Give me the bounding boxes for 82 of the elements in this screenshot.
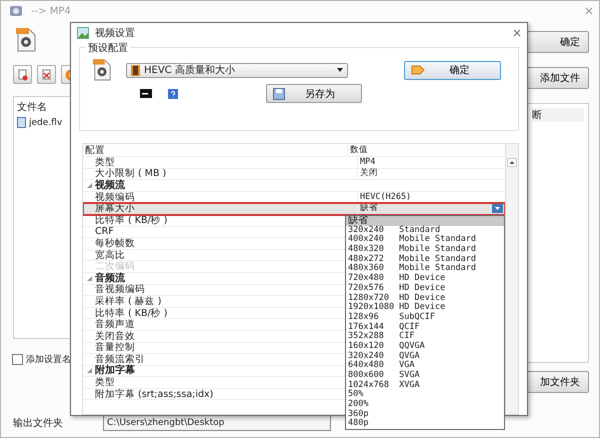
film-icon [131, 64, 140, 76]
video-file-icon [92, 58, 112, 82]
expander-icon[interactable] [86, 276, 92, 281]
expander-icon[interactable] [86, 182, 92, 188]
add-folder-button[interactable]: 加文件夹 [527, 371, 589, 393]
dropdown-option[interactable]: 720x480 HD Device [346, 274, 504, 284]
dropdown-option[interactable]: 1280x720 HD Device [346, 294, 504, 304]
checkbox[interactable] [12, 354, 23, 365]
dropdown-option[interactable]: 360p [346, 410, 504, 420]
close-icon[interactable] [585, 7, 593, 15]
property-name: 比特率 ( KB/秒 ) [95, 308, 168, 319]
dropdown-option[interactable]: 1024x768 XVGA [346, 380, 504, 390]
arrow-icon [411, 65, 425, 75]
delete-file-icon [40, 68, 52, 80]
property-name: 大小限制 ( MB ) [95, 168, 166, 180]
ok-button[interactable]: 确定 [527, 31, 589, 53]
file-name: jede.flv [29, 118, 62, 128]
expander-icon[interactable] [86, 368, 92, 374]
property-value: HEVC(H265) [360, 192, 412, 203]
property-value: 关闭 [360, 168, 378, 180]
output-folder-field[interactable]: C:\Users\zhengbt\Desktop [103, 415, 331, 431]
property-name: 类型 [95, 377, 115, 388]
category-label: 视频流 [95, 180, 125, 191]
property-name: 采样率 ( 赫兹 ) [95, 296, 162, 307]
file-icon [17, 117, 26, 128]
scroll-up-icon[interactable] [507, 158, 517, 167]
property-name: 视频编码 [95, 192, 135, 203]
dropdown-option[interactable]: 176x144 QCIF [346, 322, 504, 332]
property-name: 比特率 ( KB/秒 ) [95, 214, 168, 226]
dropdown-button[interactable] [492, 204, 503, 214]
property-name: 附加字幕 (srt;ass;ssa;idx) [95, 388, 214, 400]
property-row[interactable]: 大小限制 ( MB ) 关闭 [83, 168, 505, 180]
property-name: 类型 [95, 156, 115, 168]
scrollbar[interactable] [505, 144, 518, 414]
file-row[interactable]: jede.flv [17, 117, 119, 128]
property-name: 每秒帧数 [95, 238, 135, 249]
dropdown-option[interactable]: 320x240 Standard [346, 226, 504, 236]
property-name: 关闭音效 [95, 330, 135, 342]
dropdown-option[interactable]: 720x576 HD Device [346, 284, 504, 294]
property-name: 音量控制 [95, 342, 135, 354]
save-as-button[interactable]: 另存为 [266, 84, 362, 103]
property-name: 音视频编码 [95, 284, 145, 296]
video-file-icon [15, 27, 37, 53]
checkbox-label: 添加设置名 [26, 354, 71, 366]
property-name: 音频声道 [95, 319, 135, 330]
caret-icon [337, 68, 343, 72]
group-title: 预设配置 [86, 41, 130, 55]
property-name: 音频流索引 [95, 354, 145, 365]
picture-icon [77, 27, 89, 39]
property-row[interactable]: 视频流 [83, 180, 505, 192]
save-icon [273, 88, 285, 100]
dialog-title: 视频设置 [95, 26, 136, 40]
category-label: 附加字幕 [95, 365, 135, 376]
help-icon[interactable] [168, 88, 178, 98]
dropdown-option[interactable]: 50% [346, 390, 504, 400]
add-file-button[interactable]: 添加文件 [527, 67, 589, 89]
property-value: MP4 [360, 156, 376, 168]
dropdown-option[interactable]: 320x240 QVGA [346, 352, 504, 362]
dropdown-option[interactable]: 缺省 [346, 216, 504, 226]
add-file-button[interactable] [13, 65, 32, 84]
dropdown-option[interactable]: 200% [346, 400, 504, 410]
category-label: 音频流 [95, 272, 125, 284]
file-icon [16, 68, 28, 80]
property-row[interactable]: 类型 MP4 [83, 157, 505, 169]
window-title: --> MP4 [31, 6, 72, 16]
property-name: 二次编码 [95, 261, 135, 272]
dropdown-option[interactable]: 480p [346, 419, 504, 430]
column-header: 文件名 [17, 100, 48, 114]
terminal-icon [140, 89, 152, 98]
output-folder-label: 输出文件夹 [13, 416, 63, 430]
property-name: 宽高比 [95, 250, 125, 261]
dropdown-option[interactable]: 352x288 CIF [346, 332, 504, 342]
column-header: 断 [532, 108, 584, 122]
ok-button[interactable]: 确定 [404, 60, 501, 80]
remove-file-button[interactable] [37, 65, 56, 84]
film-reel-icon [9, 4, 23, 18]
property-name: CRF [95, 226, 114, 238]
dropdown-option[interactable]: 160x120 QQVGA [346, 342, 504, 352]
column-header: 配置 [84, 144, 106, 156]
close-icon[interactable] [513, 29, 521, 37]
preset-dropdown[interactable]: HEVC 高质量和大小 [126, 62, 348, 78]
dropdown-option[interactable]: 480x360 Mobile Standard [346, 264, 504, 274]
